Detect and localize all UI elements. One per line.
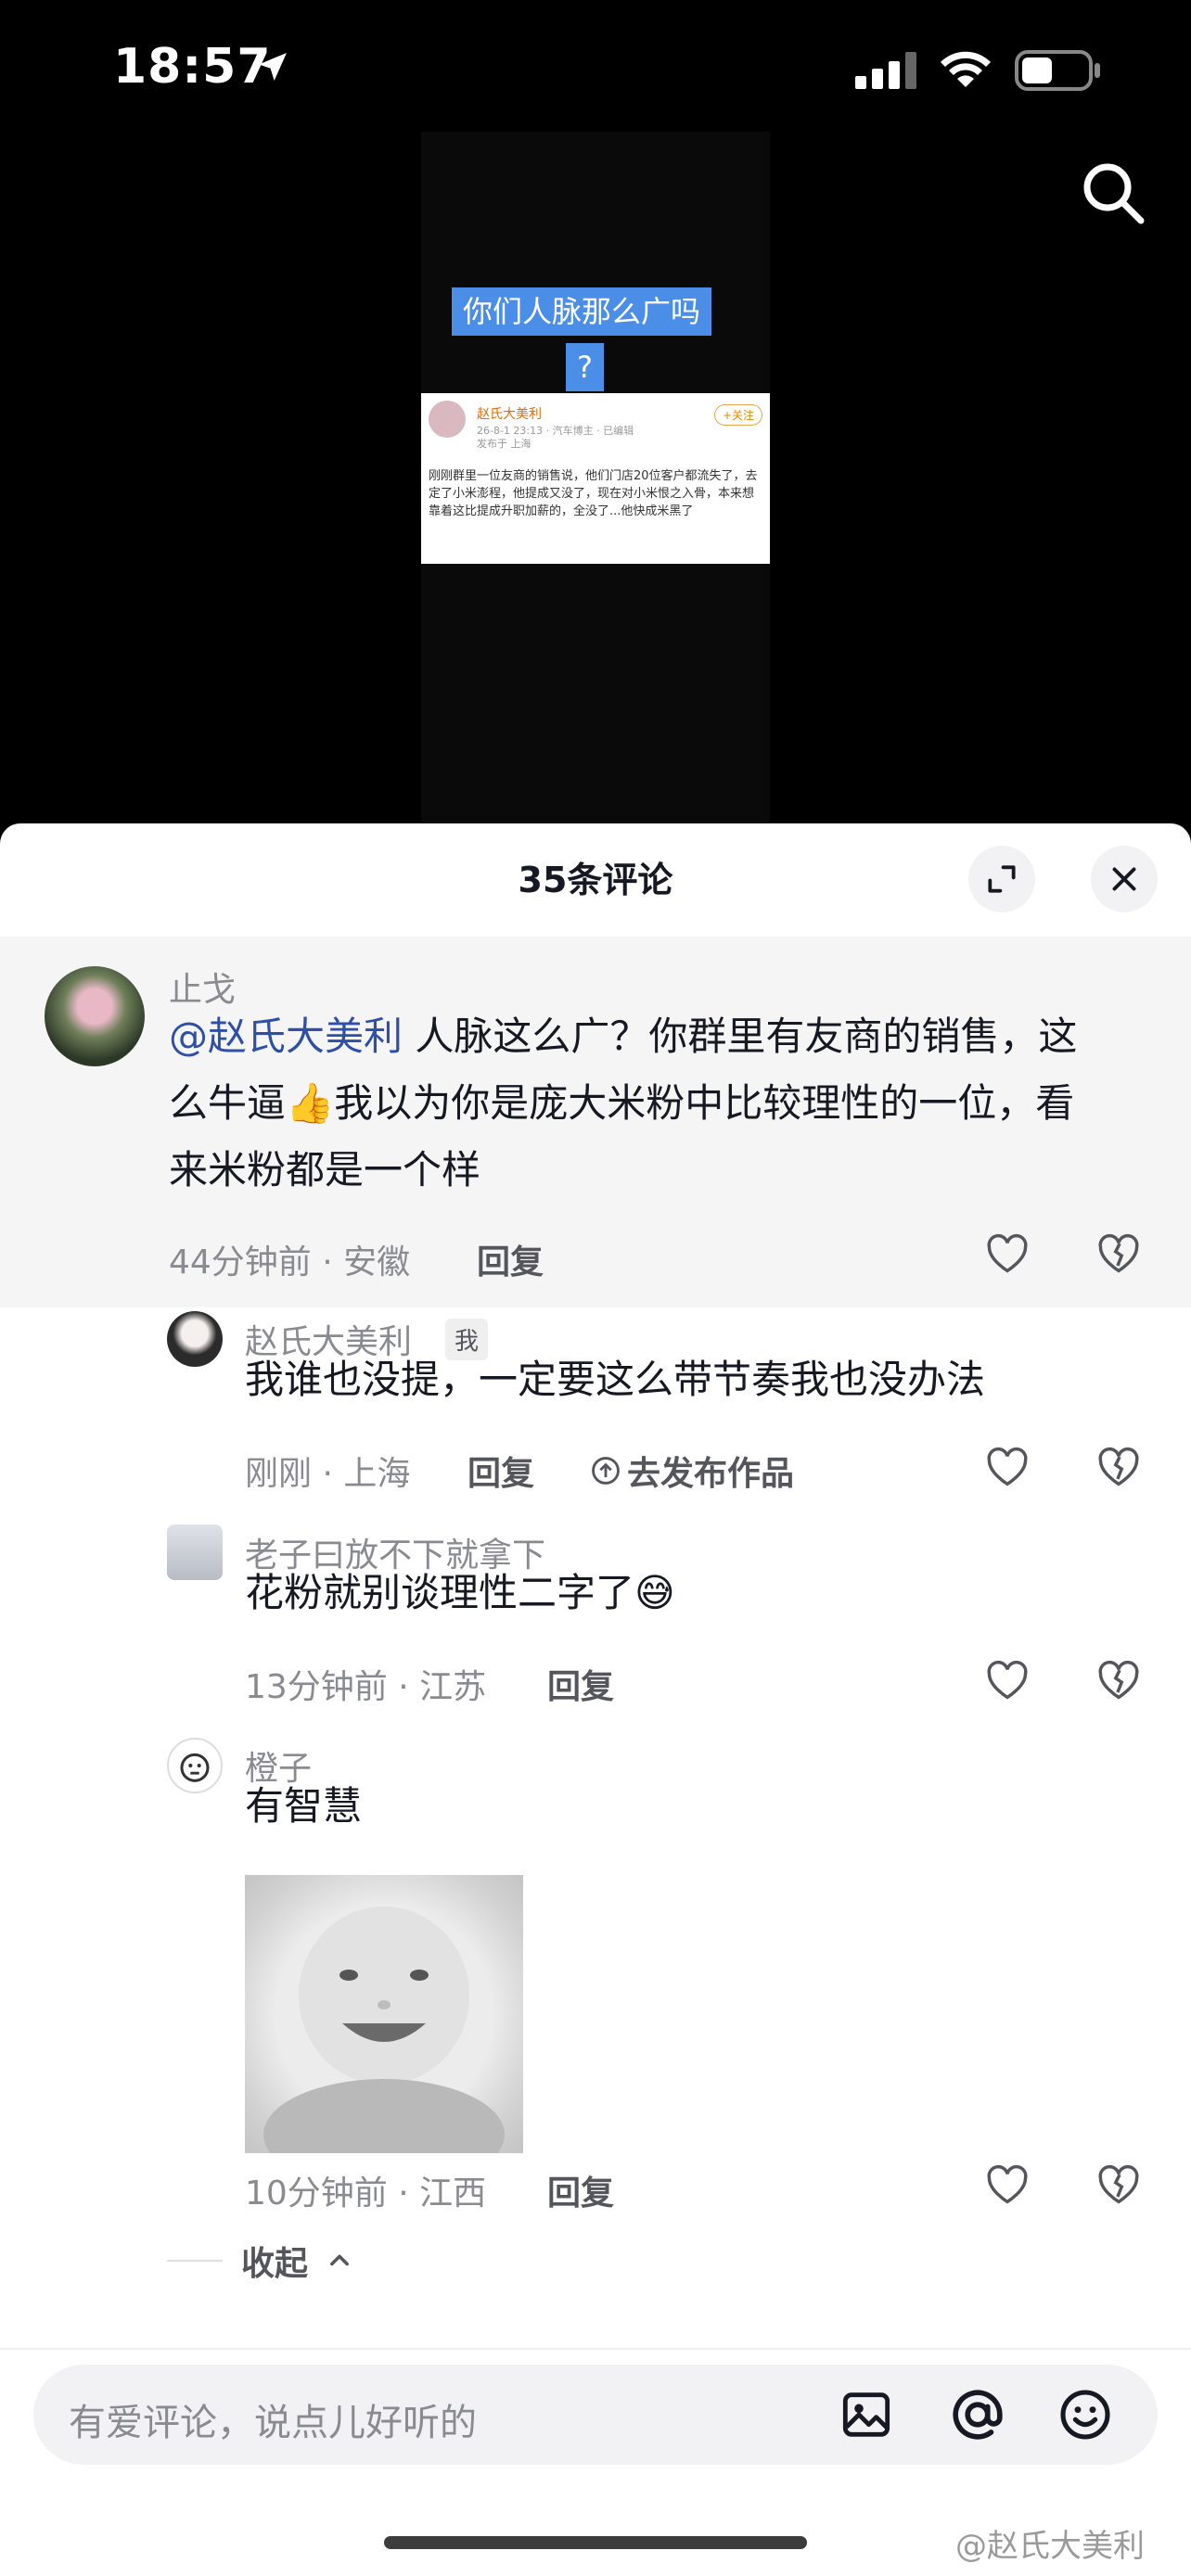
home-indicator xyxy=(384,2536,807,2549)
broken-heart-icon[interactable] xyxy=(1095,2161,1143,2209)
weibo-post-card: 赵氏大美利 26-8-1 23:13 · 汽车博主 · 已编辑 发布于 上海 +… xyxy=(421,393,770,564)
weibo-post-location: 发布于 上海 xyxy=(477,438,531,450)
comment-text: @赵氏大美利 人脉这么广？你群里有友商的销售，这么牛逼👍我以为你是庞大米粉中比较… xyxy=(169,1003,1096,1204)
comment-reply-item[interactable]: 赵氏大美利 我 我谁也没提，一定要这么带节奏我也没办法 刚刚 · 上海 回复 去… xyxy=(0,1307,1191,1521)
broken-heart-icon[interactable] xyxy=(1095,1230,1143,1278)
battery-icon xyxy=(1015,50,1100,91)
search-icon[interactable] xyxy=(1076,156,1150,230)
collapse-replies-button[interactable]: 收起 xyxy=(167,2237,352,2285)
comment-reply-item[interactable]: 老子曰放不下就拿下 花粉就别谈理性二字了😅 13分钟前 · 江苏 回复 xyxy=(0,1521,1191,1734)
comment-meta: 13分钟前 · 江苏 xyxy=(245,1668,487,1706)
heart-icon[interactable] xyxy=(983,1230,1031,1278)
comment-meta: 44分钟前 · 安徽 xyxy=(169,1243,411,1282)
clock: 18:57 xyxy=(113,39,272,95)
reply-button[interactable]: 回复 xyxy=(547,2166,614,2214)
divider xyxy=(0,2348,1191,2350)
broken-heart-icon[interactable] xyxy=(1095,1443,1143,1491)
location-arrow-icon xyxy=(259,53,287,81)
emoji-icon[interactable] xyxy=(1056,2385,1115,2444)
weibo-post-meta: 26-8-1 23:13 · 汽车博主 · 已编辑 发布于 上海 xyxy=(477,425,662,451)
heart-icon[interactable] xyxy=(983,1443,1031,1491)
comment-text: 我谁也没提，一定要这么带节奏我也没办法 xyxy=(245,1357,986,1402)
comment-text: 花粉就别谈理性二字了😅 xyxy=(245,1570,675,1615)
at-mention-icon[interactable] xyxy=(946,2383,1009,2446)
weibo-watermark: @赵氏大美利 xyxy=(955,2528,1145,2565)
image-icon[interactable] xyxy=(837,2385,896,2444)
comment-input[interactable]: 有爱评论，说点儿好听的 xyxy=(33,2365,1158,2465)
weibo-post-text: 刚刚群里一位友商的销售说，他们门店20位客户都流失了，去定了小米澎程，他提成又没… xyxy=(429,469,758,518)
upload-circle-icon xyxy=(592,1457,620,1485)
cartoon-face-icon xyxy=(180,1753,210,1782)
weibo-post-time: 26-8-1 23:13 · 汽车博主 · 已编辑 xyxy=(477,425,634,437)
mention-link[interactable]: @赵氏大美利 xyxy=(169,1014,403,1059)
heart-icon[interactable] xyxy=(983,1656,1031,1704)
avatar[interactable] xyxy=(167,1738,223,1793)
status-bar: 18:57 xyxy=(0,0,1191,139)
weibo-follow-button: +关注 xyxy=(713,404,762,426)
collapse-label: 收起 xyxy=(241,2245,309,2283)
avatar[interactable] xyxy=(45,966,145,1066)
avatar[interactable] xyxy=(167,1524,223,1580)
broken-heart-icon[interactable] xyxy=(1095,1656,1143,1704)
comment-meta: 10分钟前 · 江西 xyxy=(245,2174,487,2213)
reply-button[interactable]: 回复 xyxy=(467,1447,534,1495)
avatar xyxy=(429,401,466,438)
divider xyxy=(167,2260,223,2262)
cellular-signal-icon xyxy=(855,52,916,89)
baby-face-image xyxy=(263,1906,505,2153)
baby-face-sticker[interactable] xyxy=(245,1875,523,2153)
video-caption-question: ? xyxy=(566,343,604,391)
reply-button[interactable]: 回复 xyxy=(477,1235,544,1283)
avatar[interactable] xyxy=(167,1311,223,1367)
comment-reply-item[interactable]: 橙子 有智慧 10分钟前 · 江西 回复 xyxy=(0,1734,1191,2263)
comment-text: 有智慧 xyxy=(245,1783,363,1829)
expand-icon xyxy=(988,865,1016,893)
video-caption: 你们人脉那么广吗 xyxy=(452,287,712,336)
expand-button[interactable] xyxy=(968,846,1035,912)
heart-icon[interactable] xyxy=(983,2161,1031,2209)
publish-work-label: 去发布作品 xyxy=(627,1455,795,1493)
chevron-up-icon xyxy=(330,2254,349,2266)
wifi-icon xyxy=(941,51,991,87)
publish-work-button[interactable]: 去发布作品 xyxy=(590,1447,794,1495)
comment-meta: 刚刚 · 上海 xyxy=(245,1455,411,1493)
reply-button[interactable]: 回复 xyxy=(547,1660,614,1708)
weibo-username: 赵氏大美利 xyxy=(477,407,542,422)
close-icon xyxy=(1112,867,1136,891)
comment-item[interactable]: 止戈 @赵氏大美利 人脉这么广？你群里有友商的销售，这么牛逼👍我以为你是庞大米粉… xyxy=(0,937,1191,1307)
close-button[interactable] xyxy=(1091,846,1158,912)
comment-input-placeholder: 有爱评论，说点儿好听的 xyxy=(69,2402,477,2444)
